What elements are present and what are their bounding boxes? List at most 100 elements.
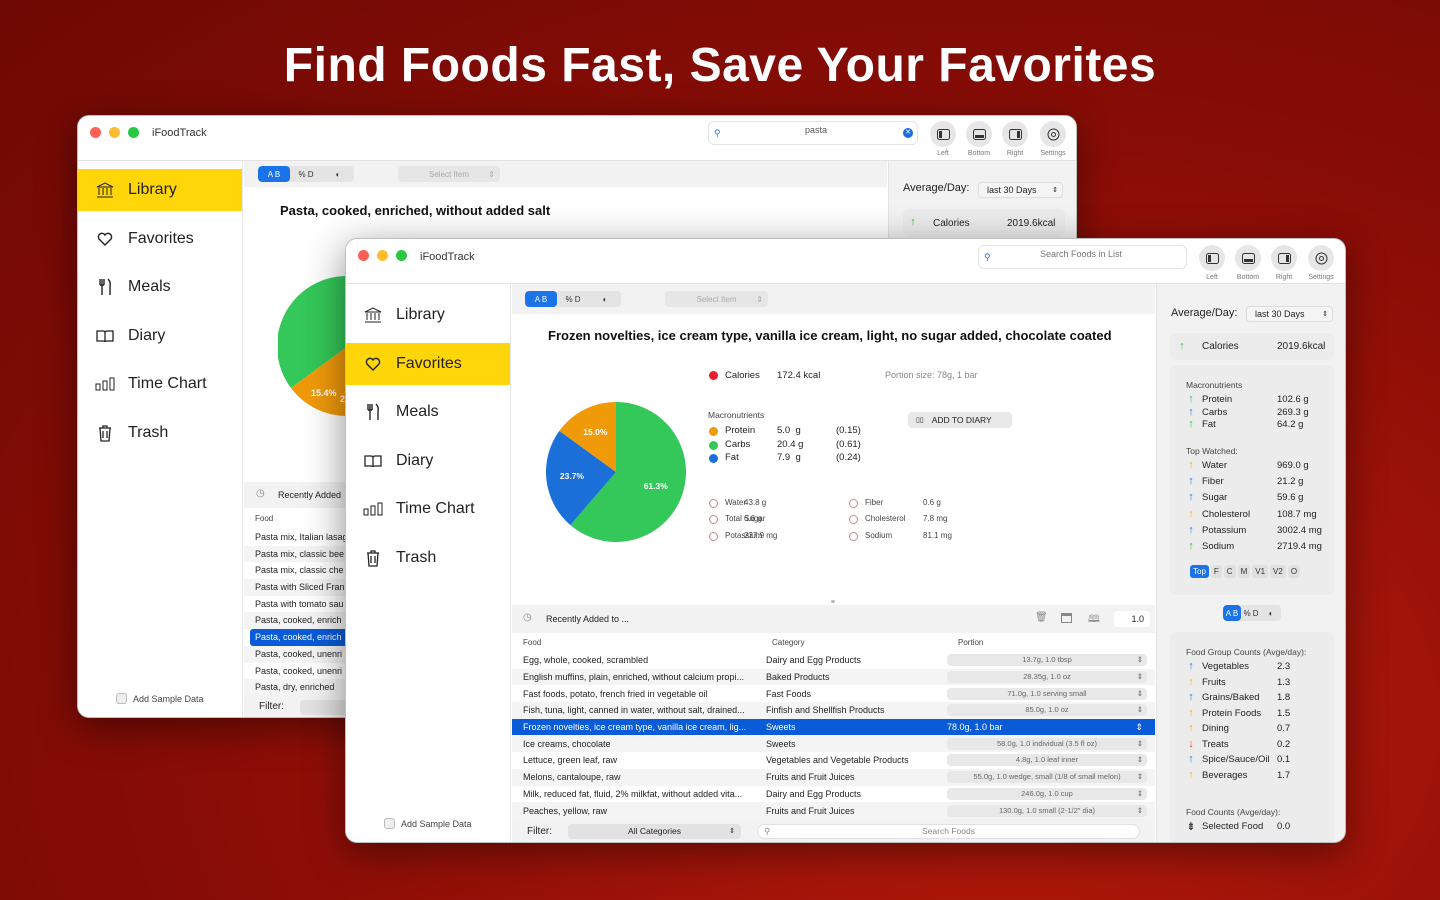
portion-stepper[interactable]: 85.0g, 1.0 oz ⇕ <box>947 704 1147 717</box>
sidebar-item-diary[interactable]: Diary <box>346 440 510 482</box>
watched-tab-v2[interactable]: V2 <box>1270 565 1286 578</box>
sidebar-item-library[interactable]: Library <box>346 294 510 336</box>
list-item[interactable]: Pasta mix, classic bee <box>244 545 354 563</box>
segment-ab[interactable]: A B <box>525 291 557 307</box>
cell-portion[interactable]: 13.7g, 1.0 tbsp ⇕ <box>947 652 1155 669</box>
list-item[interactable]: Pasta, cooked, enrich <box>250 629 354 646</box>
select-item-dropdown[interactable]: Select Item ⇕ <box>665 291 768 307</box>
segment-percent-d[interactable]: % D <box>1241 605 1261 621</box>
sidebar-item-favorites[interactable]: Favorites <box>78 218 242 260</box>
table-row[interactable]: Fast foods, potato, french fried in vege… <box>512 685 1155 702</box>
display-mode-segment[interactable]: A B % D ◐ <box>258 166 354 182</box>
period-dropdown[interactable]: last 30 Days ⇕ <box>978 182 1063 198</box>
watched-tab-top[interactable]: Top <box>1190 565 1209 578</box>
toolbar-bottom-button[interactable]: Bottom <box>966 121 992 157</box>
cell-portion[interactable]: 71.0g, 1.0 serving small ⇕ <box>947 685 1155 702</box>
table-row[interactable]: Melons, cantaloupe, raw Fruits and Fruit … <box>512 768 1155 786</box>
sidebar-item-diary[interactable]: Diary <box>78 315 242 357</box>
category-filter-dropdown[interactable]: All Categories ⇕ <box>568 824 741 839</box>
cell-portion[interactable]: 28.35g, 1.0 oz ⇕ <box>947 669 1155 686</box>
portion-stepper[interactable]: 58.0g, 1.0 individual (3.5 fl oz) ⇕ <box>947 737 1147 750</box>
table-row[interactable]: English muffins, plain, enriched, withou… <box>512 668 1155 686</box>
list-item[interactable]: Pasta, cooked, enrich <box>244 612 354 630</box>
watched-tab-o[interactable]: O <box>1287 565 1301 578</box>
table-row[interactable]: Peaches, yellow, raw Fruits and Fruit Jui… <box>512 802 1155 819</box>
zoom-button[interactable] <box>396 250 407 261</box>
close-button[interactable] <box>90 127 101 138</box>
cell-portion[interactable]: 55.0g, 1.0 wedge, small (1/8 of small me… <box>947 769 1155 786</box>
cell-portion[interactable]: 130.0g, 1.0 small (2-1/2" dia) ⇕ <box>947 802 1155 819</box>
cell-portion[interactable]: 78.0g, 1.0 bar ⇕ <box>947 719 1155 736</box>
search-foods-field[interactable]: ⚲ Search Foods <box>757 824 1140 839</box>
cell-portion[interactable]: 4.8g, 1.0 leaf inner ⇕ <box>947 752 1155 769</box>
watched-tab-c[interactable]: C <box>1223 565 1236 578</box>
segment-contrast[interactable]: ◐ <box>1261 605 1281 621</box>
panel-display-segment[interactable]: A B % D ◐ <box>1223 605 1281 621</box>
cell-portion[interactable]: 246.0g, 1.0 cup ⇕ <box>947 786 1155 803</box>
portion-stepper[interactable]: 246.0g, 1.0 cup ⇕ <box>947 787 1147 800</box>
close-button[interactable] <box>358 250 369 261</box>
portion-stepper[interactable]: 28.35g, 1.0 oz ⇕ <box>947 671 1147 684</box>
sidebar-item-time-chart[interactable]: Time Chart <box>346 488 510 530</box>
portion-stepper[interactable]: 78.0g, 1.0 bar ⇕ <box>947 721 1147 733</box>
table-row[interactable]: Egg, whole, cooked, scrambled Dairy and E… <box>512 652 1155 669</box>
portion-stepper[interactable]: 71.0g, 1.0 serving small ⇕ <box>947 687 1147 700</box>
toolbar-left-button[interactable]: Left <box>1199 245 1225 281</box>
clear-search-icon[interactable]: ✕ <box>903 128 913 138</box>
toolbar-right-button[interactable]: Right <box>1002 121 1028 157</box>
sidebar-item-meals[interactable]: Meals <box>346 391 510 433</box>
watched-tab-v1[interactable]: V1 <box>1252 565 1269 578</box>
list-item[interactable]: Pasta, cooked, unenri <box>244 663 354 680</box>
segment-ab[interactable]: A B <box>258 166 290 182</box>
portion-stepper[interactable]: 13.7g, 1.0 tbsp ⇕ <box>947 654 1147 667</box>
portion-stepper[interactable]: 4.8g, 1.0 leaf inner ⇕ <box>947 754 1147 767</box>
list-item[interactable]: Pasta mix, classic che <box>244 562 354 579</box>
food-column-header[interactable]: Food <box>255 514 273 523</box>
column-header-category[interactable]: Category <box>772 638 804 647</box>
toolbar-settings-button[interactable]: Settings <box>1040 121 1066 157</box>
book-icon[interactable]: 🕮 <box>1088 612 1100 629</box>
table-row[interactable]: Ice creams, chocolate Sweets 58.0g, 1.0 in… <box>512 735 1155 753</box>
display-mode-segment[interactable]: A B % D ◐ <box>525 291 621 307</box>
toolbar-left-button[interactable]: Left <box>930 121 956 157</box>
search-field[interactable]: ⚲ pasta ✕ <box>708 121 918 145</box>
add-to-diary-button[interactable]: ▯▯ ADD TO DIARY <box>908 412 1012 428</box>
toolbar-right-button[interactable]: Right <box>1271 245 1297 281</box>
sidebar-item-library[interactable]: Library <box>78 169 242 211</box>
toolbar-bottom-button[interactable]: Bottom <box>1235 245 1261 281</box>
sidebar-item-favorites[interactable]: Favorites <box>346 343 510 385</box>
sidebar-item-trash[interactable]: Trash <box>346 537 510 579</box>
sidebar-item-time-chart[interactable]: Time Chart <box>78 363 242 405</box>
trash-icon[interactable]: 🗑 <box>1035 612 1048 623</box>
cell-portion[interactable]: 58.0g, 1.0 individual (3.5 fl oz) ⇕ <box>947 735 1155 752</box>
select-item-dropdown[interactable]: Select Item ⇕ <box>398 166 500 182</box>
add-sample-data-checkbox[interactable]: Add Sample Data <box>384 818 472 829</box>
splitter-handle[interactable] <box>831 600 835 603</box>
list-item[interactable]: Pasta, cooked, unenri <box>244 645 354 663</box>
table-row[interactable]: Milk, reduced fat, fluid, 2% milkfat, wi… <box>512 786 1155 803</box>
zoom-button[interactable] <box>128 127 139 138</box>
sidebar-item-meals[interactable]: Meals <box>78 266 242 308</box>
calendar-icon[interactable] <box>1061 613 1072 623</box>
table-row[interactable]: Frozen novelties, ice cream type, vanill… <box>512 718 1155 736</box>
table-row[interactable]: Fish, tuna, light, canned in water, with… <box>512 702 1155 719</box>
segment-contrast[interactable]: ◐ <box>589 291 621 307</box>
watched-tab-f[interactable]: F <box>1210 565 1222 578</box>
cell-portion[interactable]: 85.0g, 1.0 oz ⇕ <box>947 702 1155 719</box>
list-item[interactable]: Pasta with tomato sau <box>244 596 354 613</box>
minimize-button[interactable] <box>377 250 388 261</box>
list-item[interactable]: Pasta mix, Italian lasag <box>244 529 354 546</box>
segment-percent-d[interactable]: % D <box>290 166 322 182</box>
quantity-field[interactable]: 1.0 <box>1114 611 1150 627</box>
add-sample-data-checkbox[interactable]: Add Sample Data <box>116 693 204 704</box>
period-dropdown[interactable]: last 30 Days ⇕ <box>1246 306 1333 322</box>
list-item[interactable]: Pasta, dry, enriched <box>244 679 354 696</box>
portion-stepper[interactable]: 130.0g, 1.0 small (2-1/2" dia) ⇕ <box>947 804 1147 817</box>
checkbox[interactable] <box>384 818 395 829</box>
watched-tab-m[interactable]: M <box>1237 565 1251 578</box>
checkbox[interactable] <box>116 693 127 704</box>
portion-stepper[interactable]: 55.0g, 1.0 wedge, small (1/8 of small me… <box>947 771 1147 784</box>
segment-ab[interactable]: A B <box>1223 605 1241 621</box>
toolbar-settings-button[interactable]: Settings <box>1308 245 1334 281</box>
column-header-portion[interactable]: Portion <box>958 638 983 647</box>
